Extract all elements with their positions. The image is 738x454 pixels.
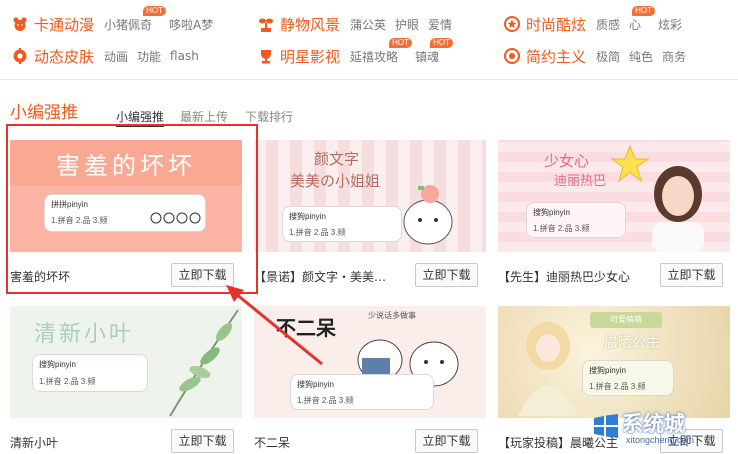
site-watermark: 系统城 xitongcheng.com: [592, 408, 732, 450]
annotation-arrow-icon: [226, 285, 323, 366]
watermark-url: xitongcheng.com: [626, 435, 695, 445]
windows-logo-icon: [594, 414, 618, 438]
watermark-text: 系统城: [622, 412, 685, 436]
